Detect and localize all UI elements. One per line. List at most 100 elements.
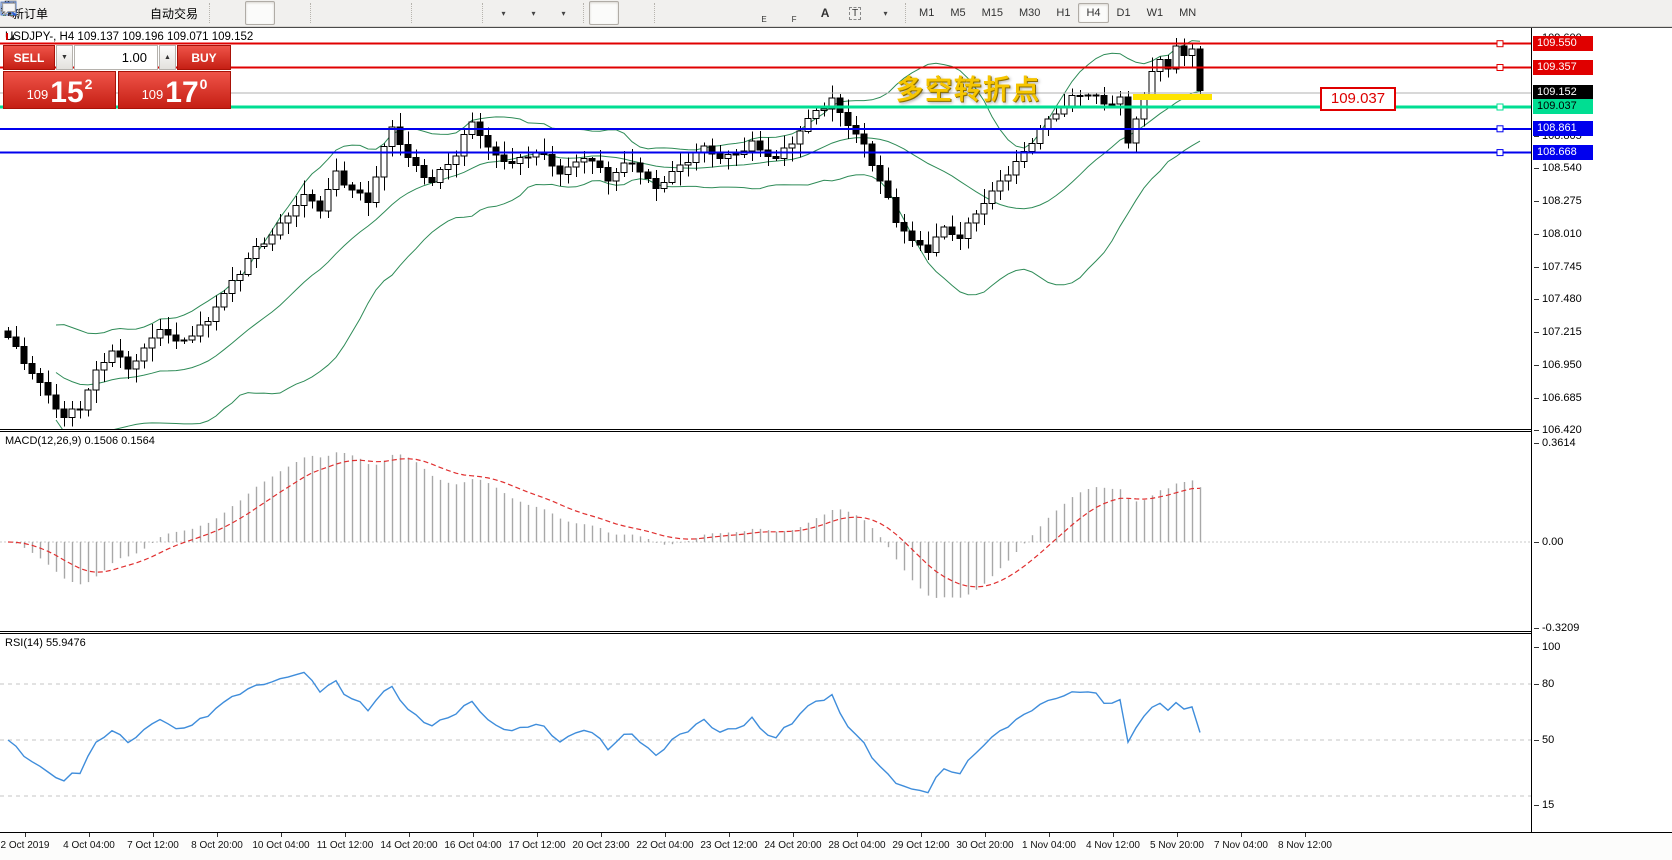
fibonacci-button[interactable]: F: [780, 1, 810, 25]
chat-icon[interactable]: [0, 0, 18, 17]
candle: [941, 227, 947, 237]
support-line-1-handle[interactable]: [1497, 126, 1503, 132]
price-badge: 109.550: [1533, 36, 1593, 51]
toolbar-grip: [411, 3, 412, 23]
candle: [885, 181, 891, 197]
timeframe-mn[interactable]: MN: [1171, 3, 1204, 23]
sell-button[interactable]: SELL: [3, 45, 55, 70]
timeframe-d1[interactable]: D1: [1109, 3, 1139, 23]
candle: [197, 325, 203, 336]
candle: [565, 167, 571, 174]
price-axis[interactable]: 109.600109.335109.070108.805108.540108.2…: [1531, 28, 1672, 832]
profile-button[interactable]: [84, 1, 114, 25]
tile-windows-button[interactable]: [376, 1, 406, 25]
candle: [205, 322, 211, 325]
candle: [749, 141, 755, 151]
pivot-line-handle[interactable]: [1497, 104, 1503, 110]
vertical-line-button[interactable]: [660, 1, 690, 25]
timeframe-h1[interactable]: H1: [1048, 3, 1078, 23]
zoom-out-button[interactable]: [346, 1, 376, 25]
text-button[interactable]: A: [810, 1, 840, 25]
candle: [133, 361, 139, 369]
candle: [229, 280, 235, 293]
caret-down-icon[interactable]: ▾: [502, 9, 506, 18]
cursor-button[interactable]: [589, 1, 619, 25]
timeframe-m5[interactable]: M5: [942, 3, 973, 23]
resistance-line-1-handle[interactable]: [1497, 41, 1503, 47]
channel-button[interactable]: E: [750, 1, 780, 25]
candle: [261, 244, 267, 247]
auto-trading-button[interactable]: 自动交易: [144, 1, 204, 25]
candle: [357, 190, 363, 193]
timeframe-w1[interactable]: W1: [1139, 3, 1172, 23]
highlight-rectangle[interactable]: [1133, 94, 1212, 100]
resistance-line-2-handle[interactable]: [1497, 65, 1503, 71]
timeframe-m30[interactable]: M30: [1011, 3, 1048, 23]
candle: [189, 336, 195, 340]
auto-scroll-button[interactable]: [417, 1, 447, 25]
chart-shift-button[interactable]: [447, 1, 477, 25]
buy-price-big: 17: [165, 80, 198, 106]
timeframe-m15[interactable]: M15: [974, 3, 1011, 23]
caret-down-icon[interactable]: ▾: [562, 9, 566, 18]
rsi-panel[interactable]: [0, 634, 1531, 832]
candle: [605, 167, 611, 181]
candle: [509, 161, 515, 163]
text-label-button[interactable]: T: [840, 1, 870, 25]
timeframe-h4[interactable]: H4: [1078, 3, 1108, 23]
bollinger-lower-band: [56, 141, 1200, 429]
macd-panel[interactable]: [0, 432, 1531, 631]
timeframe-m1[interactable]: M1: [911, 3, 942, 23]
candle: [1181, 46, 1187, 55]
candle: [125, 357, 131, 369]
price-tick: 106.950: [1542, 359, 1582, 371]
candle: [669, 171, 675, 182]
candle: [69, 409, 75, 417]
volume-input[interactable]: [74, 45, 158, 70]
candle: [141, 348, 147, 361]
annotation-text[interactable]: 多空转折点: [896, 68, 1041, 107]
candle: [981, 203, 987, 214]
buy-price-panel[interactable]: 109 17 0: [118, 71, 231, 109]
time-axis[interactable]: 2 Oct 20194 Oct 04:007 Oct 12:008 Oct 20…: [0, 832, 1672, 860]
zoom-in-button[interactable]: [316, 1, 346, 25]
time-tick: [857, 833, 858, 837]
rsi-line: [8, 672, 1200, 792]
candle: [53, 395, 59, 409]
candle: [101, 363, 107, 371]
price-callout-box[interactable]: 109.037: [1320, 87, 1396, 111]
candle: [621, 163, 627, 173]
one-click-trading-widget: SELL ▼ ▲ BUY 109 15 2 109 17 0: [3, 45, 231, 109]
candle: [405, 145, 411, 158]
template-button[interactable]: ▾: [548, 1, 578, 25]
buy-button[interactable]: BUY: [177, 45, 231, 70]
signal-button[interactable]: [114, 1, 144, 25]
eraser-button[interactable]: [54, 1, 84, 25]
candle: [157, 330, 163, 338]
trendline-button[interactable]: [720, 1, 750, 25]
volume-decrease-button[interactable]: ▼: [56, 45, 73, 70]
period-button[interactable]: ▾: [518, 1, 548, 25]
candle: [693, 153, 699, 163]
line-chart-button[interactable]: [275, 1, 305, 25]
fibonacci-letter: F: [792, 15, 797, 24]
volume-increase-button[interactable]: ▲: [159, 45, 176, 70]
sell-price-panel[interactable]: 109 15 2: [3, 71, 116, 109]
caret-down-icon[interactable]: ▾: [884, 9, 888, 18]
caret-down-icon[interactable]: ▾: [532, 9, 536, 18]
candlestick-chart-button[interactable]: [245, 1, 275, 25]
add-indicator-button[interactable]: ▾: [488, 1, 518, 25]
horizontal-line-button[interactable]: [690, 1, 720, 25]
candle: [181, 340, 187, 341]
toolbar-grip: [310, 3, 311, 23]
bar-chart-button[interactable]: [215, 1, 245, 25]
support-line-2-handle[interactable]: [1497, 150, 1503, 156]
channel-letter: E: [761, 15, 766, 24]
candle: [597, 161, 603, 167]
crosshair-button[interactable]: [619, 1, 649, 25]
arrows-button[interactable]: ▾: [870, 1, 900, 25]
price-badge: 109.152: [1533, 85, 1593, 100]
candle: [877, 166, 883, 181]
time-tick: [1049, 833, 1050, 837]
candle: [149, 338, 155, 348]
